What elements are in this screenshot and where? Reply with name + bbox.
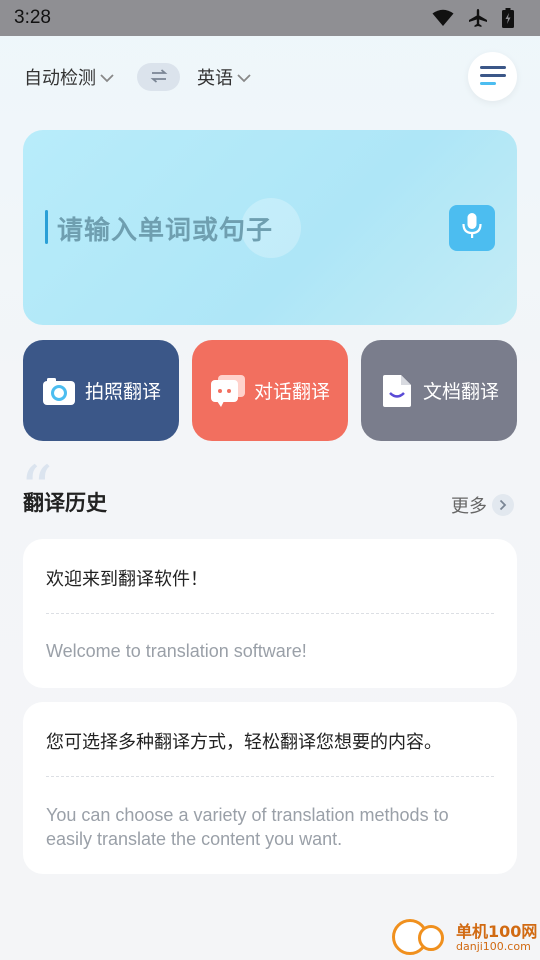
document-icon xyxy=(380,374,414,408)
watermark-circle-icon xyxy=(418,925,444,951)
translation-input-area[interactable]: 请输入单词或句子 xyxy=(23,130,517,325)
chevron-down-icon xyxy=(100,67,114,88)
microphone-icon xyxy=(461,212,483,244)
swap-languages-button[interactable] xyxy=(137,63,180,91)
photo-translation-button[interactable]: 拍照翻译 xyxy=(23,340,179,441)
status-time: 3:28 xyxy=(14,7,51,28)
chevron-down-icon xyxy=(237,67,251,88)
history-title: 翻译历史 xyxy=(23,491,107,515)
airplane-icon xyxy=(468,8,488,28)
watermark-domain: danji100.com xyxy=(456,940,531,953)
watermark-name: 单机100网 xyxy=(456,922,538,941)
status-icons xyxy=(432,8,514,28)
history-translation-text: You can choose a variety of translation … xyxy=(46,805,449,849)
chevron-right-icon xyxy=(492,494,514,516)
dialog-translation-button[interactable]: 对话翻译 xyxy=(192,340,348,441)
menu-icon xyxy=(479,65,506,89)
source-language-label: 自动检测 xyxy=(24,68,96,89)
history-translation-text: Welcome to translation software! xyxy=(46,641,307,661)
document-translation-label: 文档翻译 xyxy=(423,381,500,403)
more-label: 更多 xyxy=(451,496,487,517)
history-more-link[interactable]: 更多 xyxy=(451,492,514,518)
camera-icon xyxy=(42,374,76,408)
menu-button[interactable] xyxy=(468,52,517,101)
history-source-text: 欢迎来到翻译软件！ xyxy=(46,569,208,590)
history-source-text: 您可选择多种翻译方式，轻松翻译您想要的内容。 xyxy=(46,732,442,753)
source-language-dropdown[interactable]: 自动检测 xyxy=(24,64,114,90)
chat-icon xyxy=(211,374,245,408)
battery-icon xyxy=(502,8,514,28)
divider xyxy=(46,776,494,777)
language-selector-row: 自动检测 英语 xyxy=(0,52,540,102)
divider xyxy=(46,613,494,614)
dialog-translation-label: 对话翻译 xyxy=(254,381,331,403)
text-cursor xyxy=(45,210,48,244)
history-item[interactable]: 您可选择多种翻译方式，轻松翻译您想要的内容。 You can choose a … xyxy=(23,702,517,874)
target-language-dropdown[interactable]: 英语 xyxy=(197,64,251,90)
history-item[interactable]: 欢迎来到翻译软件！ Welcome to translation softwar… xyxy=(23,539,517,688)
watermark-logo: 单机100网 danji100.com xyxy=(388,915,540,960)
swap-icon xyxy=(150,68,168,87)
wifi-icon xyxy=(432,9,454,27)
photo-translation-label: 拍照翻译 xyxy=(85,381,162,403)
status-bar: 3:28 xyxy=(0,0,540,36)
document-translation-button[interactable]: 文档翻译 xyxy=(361,340,517,441)
input-placeholder: 请输入单词或句子 xyxy=(57,216,274,246)
voice-input-button[interactable] xyxy=(449,205,495,251)
target-language-label: 英语 xyxy=(197,68,233,89)
